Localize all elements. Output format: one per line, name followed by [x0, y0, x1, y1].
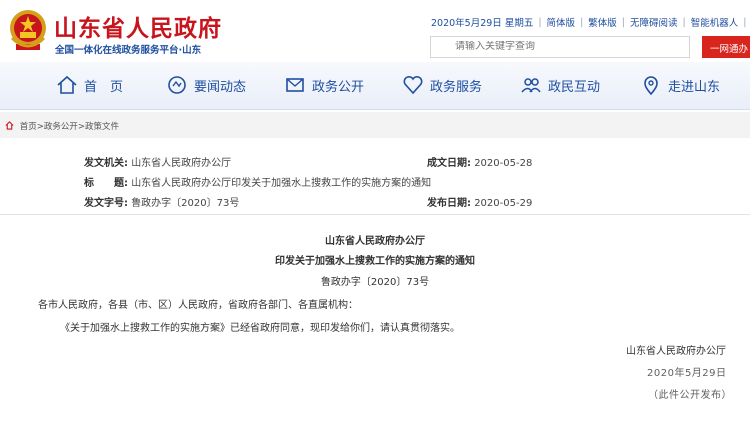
home-icon — [57, 75, 77, 94]
simplified-link[interactable]: 简体版 — [547, 15, 576, 29]
document-number: 鲁政办字〔2020〕73号 — [320, 277, 430, 288]
document-heading: 印发关于加强水上搜救工作的实施方案的通知 — [275, 256, 475, 267]
salutation: 各市人民政府，各县（市、区）人民政府，省政府各部门、各直属机构： — [38, 300, 358, 311]
site-header: 山东省人民政府 全国一体化在线政务服务平台·山东 2020年5月29日 星期五 … — [0, 0, 750, 62]
envelope-icon — [286, 78, 304, 92]
breadcrumb-home[interactable]: 首页 — [20, 122, 37, 132]
site-subtitle: 全国一体化在线政务服务平台·山东 — [55, 45, 202, 56]
nav-item-interaction[interactable]: 政民互动 — [520, 74, 600, 96]
news-icon — [168, 76, 186, 94]
issuer-label: 发文机关: — [84, 158, 128, 169]
breadcrumb-gov-affairs[interactable]: 政务公开 — [44, 122, 78, 132]
people-icon — [521, 78, 541, 93]
nav-item-gov-services[interactable]: 政务服务 — [402, 74, 482, 96]
nav-item-label: 政务公开 — [312, 79, 365, 95]
traditional-link[interactable]: 繁体版 — [588, 15, 617, 29]
nav-item-label: 走进山东 — [668, 79, 721, 95]
title-row: 标 题: 山东省人民政府办公厅印发关于加强水上搜救工作的实施方案的通知 — [84, 174, 431, 189]
title-label: 标 题: — [84, 178, 128, 189]
doc-number-label: 发文字号: — [84, 198, 128, 209]
separator: | — [580, 16, 584, 28]
current-date: 2020年5月29日 星期五 — [431, 18, 534, 29]
publish-date-value: 2020-05-29 — [474, 198, 533, 209]
national-emblem-icon[interactable] — [8, 8, 48, 52]
publish-date-row: 发布日期: 2020-05-29 — [427, 194, 532, 209]
heart-icon — [403, 75, 423, 95]
breadcrumb: 首页>政务公开>政策文件 — [0, 112, 750, 138]
publication-note: （此件公开发布） — [648, 390, 732, 401]
write-date-value: 2020-05-28 — [474, 158, 533, 169]
nav-item-label: 首 页 — [84, 79, 124, 95]
nav-item-about-shandong[interactable]: 走进山东 — [640, 74, 720, 96]
nav-item-label: 政务服务 — [430, 79, 483, 95]
location-icon — [644, 76, 658, 96]
breadcrumb-separator: > — [77, 122, 85, 132]
breadcrumb-separator: > — [36, 122, 44, 132]
body-paragraph: 《关于加强水上搜救工作的实施方案》已经省政府同意，现印发给你们，请认真贯彻落实。 — [60, 323, 460, 334]
robot-link[interactable]: 智能机器人 — [691, 15, 739, 29]
issuer-value: 山东省人民政府办公厅 — [131, 158, 232, 169]
nav-item-home[interactable]: 首 页 — [56, 74, 123, 96]
doc-number-value: 鲁政办字〔2020〕73号 — [131, 198, 240, 209]
doc-number-row: 发文字号: 鲁政办字〔2020〕73号 — [84, 194, 239, 209]
nav-item-label: 政民互动 — [548, 79, 601, 95]
document-meta: 发文机关: 山东省人民政府办公厅 成文日期: 2020-05-28 标 题: 山… — [0, 146, 750, 212]
site-title[interactable]: 山东省人民政府 — [54, 9, 222, 43]
signature: 山东省人民政府办公厅 — [626, 346, 726, 357]
sign-date: 2020年5月29日 — [647, 368, 727, 379]
one-stop-service-button[interactable]: 一网通办 — [702, 36, 750, 58]
nav-item-label: 要闻动态 — [194, 79, 247, 95]
publish-date-label: 发布日期: — [427, 198, 471, 209]
main-nav: 首 页 要闻动态 政务公开 政务服务 政民互动 走进山东 — [0, 62, 750, 110]
write-date-label: 成文日期: — [427, 158, 471, 169]
separator: | — [682, 16, 686, 28]
document-org: 山东省人民政府办公厅 — [325, 236, 425, 247]
accessibility-link[interactable]: 无障碍阅读 — [630, 15, 678, 29]
top-links: 2020年5月29日 星期五 | 简体版 | 繁体版 | 无障碍阅读 | 智能机… — [431, 15, 750, 30]
separator: | — [621, 16, 625, 28]
issuer-row: 发文机关: 山东省人民政府办公厅 — [84, 154, 231, 169]
search-box[interactable] — [430, 36, 690, 58]
nav-item-news[interactable]: 要闻动态 — [166, 74, 246, 96]
home-icon — [5, 121, 14, 130]
search-input[interactable] — [455, 41, 655, 52]
title-value: 山东省人民政府办公厅印发关于加强水上搜救工作的实施方案的通知 — [131, 178, 432, 189]
breadcrumb-policy-docs[interactable]: 政策文件 — [85, 122, 119, 132]
write-date-row: 成文日期: 2020-05-28 — [427, 154, 532, 169]
divider — [0, 214, 750, 215]
separator: | — [743, 16, 747, 28]
nav-item-gov-affairs[interactable]: 政务公开 — [284, 74, 364, 96]
separator: | — [538, 16, 542, 28]
